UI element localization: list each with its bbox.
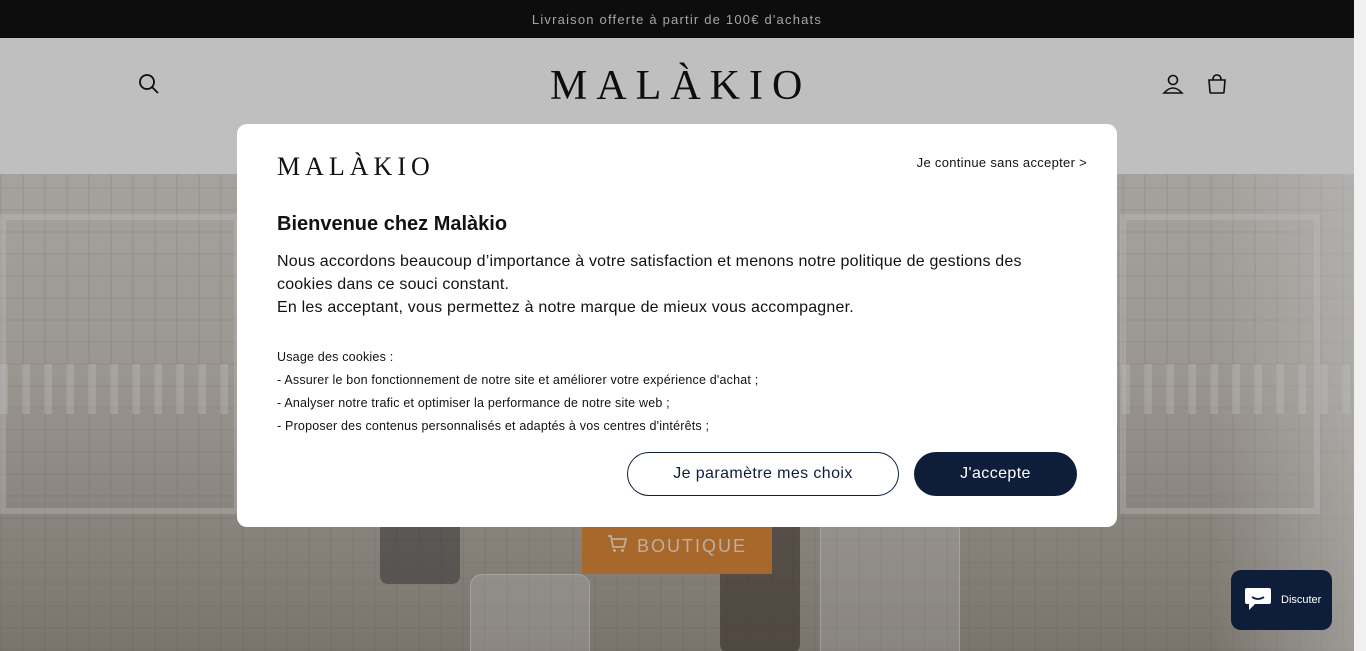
cookie-usage-item: - Analyser notre trafic et optimiser la …: [277, 396, 670, 410]
cookie-consent-modal: MALÀKIO Je continue sans accepter > Bien…: [237, 124, 1117, 527]
page-scrollbar[interactable]: [1354, 0, 1366, 651]
chat-icon: [1243, 586, 1273, 615]
modal-paragraph: En les acceptant, vous permettez à notre…: [277, 299, 854, 316]
cookie-usage-list: Usage des cookies : - Assurer le bon fon…: [277, 346, 758, 438]
cookie-usage-item: - Assurer le bon fonctionnement de notre…: [277, 373, 759, 387]
modal-logo: MALÀKIO: [277, 152, 435, 181]
cookie-settings-button[interactable]: Je paramètre mes choix: [627, 452, 899, 496]
modal-description: Nous accordons beaucoup d’importance à v…: [277, 250, 1077, 319]
chat-widget-button[interactable]: Discuter: [1231, 570, 1332, 630]
modal-title: Bienvenue chez Malàkio: [277, 213, 508, 235]
accept-cookies-button[interactable]: J'accepte: [914, 452, 1077, 496]
chat-label: Discuter: [1281, 594, 1322, 606]
continue-without-accepting-link[interactable]: Je continue sans accepter >: [917, 155, 1087, 170]
cookie-usage-title: Usage des cookies :: [277, 350, 394, 364]
modal-paragraph: Nous accordons beaucoup d’importance à v…: [277, 253, 1022, 293]
cookie-usage-item: - Proposer des contenus personnalisés et…: [277, 419, 710, 433]
